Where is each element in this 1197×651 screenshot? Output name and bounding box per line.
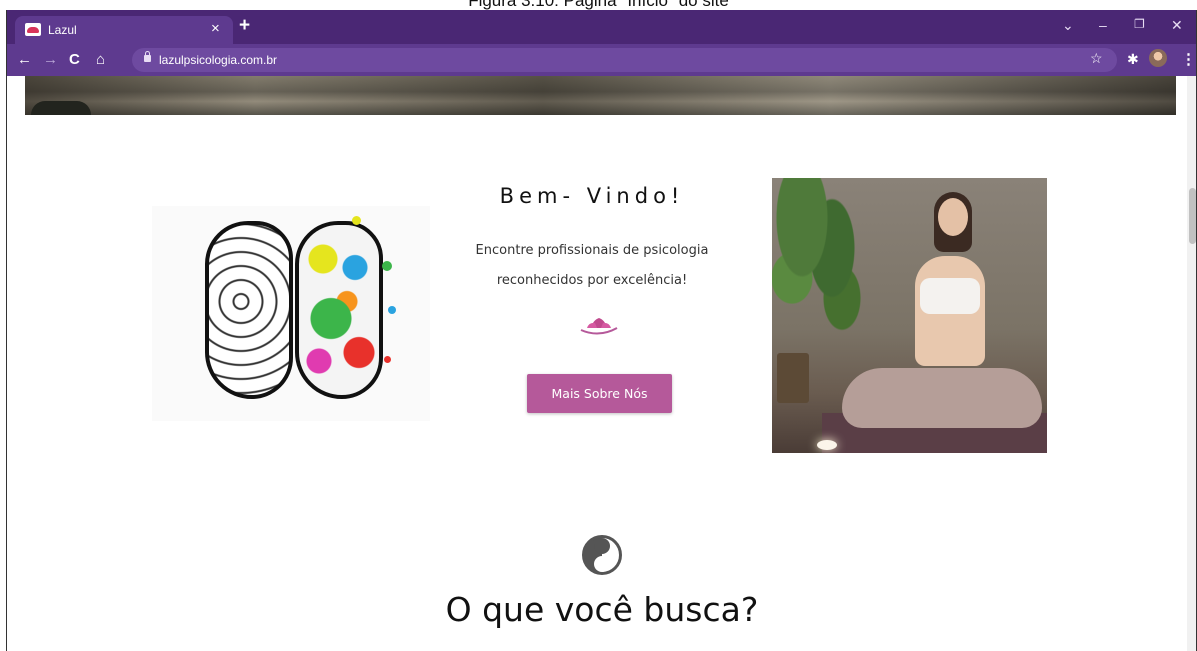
lotus-icon (580, 318, 618, 335)
minimize-button[interactable]: – (1099, 17, 1107, 33)
brain-illustration (152, 206, 430, 421)
close-button[interactable]: ✕ (1171, 17, 1183, 34)
address-bar[interactable]: lazulpsicologia.com.br ☆ (132, 48, 1117, 72)
home-icon[interactable]: ⌂ (96, 51, 105, 68)
welcome-text-line: Encontre profissionais de psicologia (475, 243, 709, 258)
new-tab-button[interactable]: + (239, 15, 250, 37)
tab-close-icon[interactable]: × (211, 20, 220, 37)
scrollbar[interactable] (1187, 76, 1196, 651)
figure-caption-text: Figura 3.10: Página "Início" do site (468, 0, 729, 10)
brain-left-hemisphere (205, 221, 293, 399)
person-head (938, 198, 968, 236)
meditation-photo (772, 178, 1047, 453)
star-icon[interactable]: ☆ (1090, 50, 1103, 67)
page-content: Bem- Vindo! Encontre profissionais de ps… (7, 76, 1196, 651)
paint-splash (384, 356, 391, 363)
welcome-title: Bem- Vindo! (499, 184, 685, 208)
scrollbar-thumb[interactable] (1189, 188, 1196, 244)
tab-search-icon[interactable]: ⌄ (1062, 17, 1074, 34)
forward-icon[interactable]: → (43, 51, 58, 68)
person-top (920, 278, 980, 314)
paint-splash (352, 216, 361, 225)
url-text[interactable]: lazulpsicologia.com.br (159, 53, 277, 67)
paint-splash (388, 306, 396, 314)
back-icon[interactable]: ← (17, 51, 32, 68)
plant-pot (777, 353, 809, 403)
hero-image (25, 76, 1176, 115)
yin-yang-icon (582, 535, 622, 575)
welcome-text-line: reconhecidos por excelência! (496, 273, 688, 288)
plant-image (772, 178, 872, 378)
tab-strip: Lazul × + ⌄ – ❐ ✕ (7, 10, 1196, 44)
person-legs (842, 368, 1042, 428)
menu-icon[interactable]: ⋮ (1181, 50, 1196, 68)
browser-window: Lazul × + ⌄ – ❐ ✕ ← → C ⌂ lazulpsicologi… (6, 10, 1197, 651)
lock-icon[interactable] (144, 51, 151, 62)
section-title: O que você busca? (445, 590, 759, 629)
paint-splash (382, 261, 392, 271)
brain-right-hemisphere (295, 221, 383, 399)
restore-button[interactable]: ❐ (1134, 17, 1145, 31)
extensions-icon[interactable]: ✱ (1127, 51, 1139, 68)
tab-title: Lazul (48, 23, 77, 37)
profile-icon[interactable] (1149, 49, 1167, 67)
browser-toolbar: ← → C ⌂ lazulpsicologia.com.br ☆ ✱ ⋮ (7, 44, 1196, 76)
favicon-icon (25, 23, 41, 36)
welcome-text: Encontre profissionais de psicologia rec… (447, 236, 737, 296)
browser-tab[interactable]: Lazul × (15, 16, 233, 44)
figure-caption: Figura 3.10: Página "Início" do site (0, 0, 1197, 10)
reload-icon[interactable]: C (69, 51, 80, 68)
more-about-us-button[interactable]: Mais Sobre Nós (527, 374, 672, 413)
candle (817, 440, 837, 450)
